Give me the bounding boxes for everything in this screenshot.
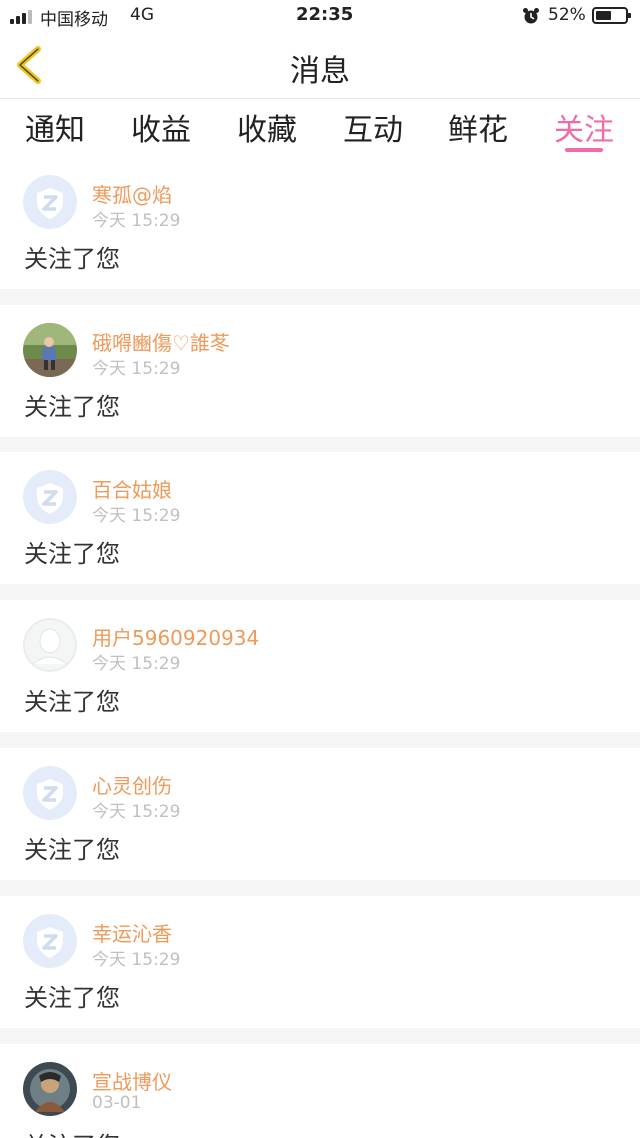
list-item[interactable]: 硪嘚豳傷♡誰苳 今天 15:29 关注了您 [0, 305, 640, 437]
carrier-label: 中国移动 [40, 10, 108, 30]
list-item[interactable]: 幸运沁香 今天 15:29 关注了您 [0, 896, 640, 1028]
timestamp: 今天 15:29 [92, 802, 181, 822]
username[interactable]: 百合姑娘 [92, 474, 172, 503]
list-item[interactable]: 寒孤@焰 今天 15:29 关注了您 [0, 157, 640, 289]
message-text: 关注了您 [24, 688, 120, 716]
username[interactable]: 宣战博仪 [92, 1066, 172, 1095]
message-text: 关注了您 [24, 836, 120, 864]
message-text: 关注了您 [24, 540, 120, 568]
list-item[interactable]: 宣战博仪 03-01 关注了您 [0, 1044, 640, 1138]
list-item[interactable]: 用户5960920934 今天 15:29 关注了您 [0, 600, 640, 732]
alarm-icon [523, 8, 539, 24]
network-type: 4G [130, 5, 154, 25]
default-avatar-icon[interactable] [23, 470, 77, 524]
tab-following[interactable]: 关注 [549, 105, 619, 149]
username[interactable]: 心灵创伤 [92, 770, 172, 799]
list-item[interactable]: 百合姑娘 今天 15:29 关注了您 [0, 452, 640, 584]
nav-bar: 消息 [0, 32, 640, 99]
timestamp: 今天 15:29 [92, 654, 181, 674]
battery-icon [592, 7, 631, 24]
message-text: 关注了您 [24, 245, 120, 273]
tab-bar: 通知 收益 收藏 互动 鲜花 关注 [0, 99, 640, 160]
default-avatar-icon[interactable] [23, 914, 77, 968]
list-item[interactable]: 心灵创伤 今天 15:29 关注了您 [0, 748, 640, 880]
active-tab-indicator [565, 148, 603, 152]
message-text: 关注了您 [24, 393, 120, 421]
tab-favorites[interactable]: 收藏 [232, 105, 302, 149]
status-bar: 中国移动 4G 22:35 52% [0, 0, 640, 32]
tab-earnings[interactable]: 收益 [126, 105, 196, 149]
clock: 22:35 [296, 4, 354, 25]
default-avatar-icon[interactable] [23, 175, 77, 229]
tab-interactions[interactable]: 互动 [338, 105, 408, 149]
photo-avatar-icon[interactable] [23, 1062, 77, 1116]
tab-flowers[interactable]: 鲜花 [443, 105, 513, 149]
battery-percent: 52% [548, 5, 586, 25]
signal-icon [10, 10, 34, 24]
page-title: 消息 [290, 54, 350, 89]
username[interactable]: 寒孤@焰 [92, 179, 172, 208]
username[interactable]: 幸运沁香 [92, 918, 172, 947]
timestamp: 03-01 [92, 1093, 142, 1113]
message-text: 关注了您 [24, 984, 120, 1012]
timestamp: 今天 15:29 [92, 359, 181, 379]
message-text: 关注了您 [24, 1126, 120, 1138]
username[interactable]: 硪嘚豳傷♡誰苳 [92, 327, 230, 356]
timestamp: 今天 15:29 [92, 950, 181, 970]
default-avatar-icon[interactable] [23, 766, 77, 820]
silhouette-avatar-icon[interactable] [23, 618, 77, 672]
tab-notifications[interactable]: 通知 [20, 105, 90, 149]
photo-avatar-icon[interactable] [23, 323, 77, 377]
timestamp: 今天 15:29 [92, 506, 181, 526]
timestamp: 今天 15:29 [92, 211, 181, 231]
username[interactable]: 用户5960920934 [92, 622, 259, 651]
